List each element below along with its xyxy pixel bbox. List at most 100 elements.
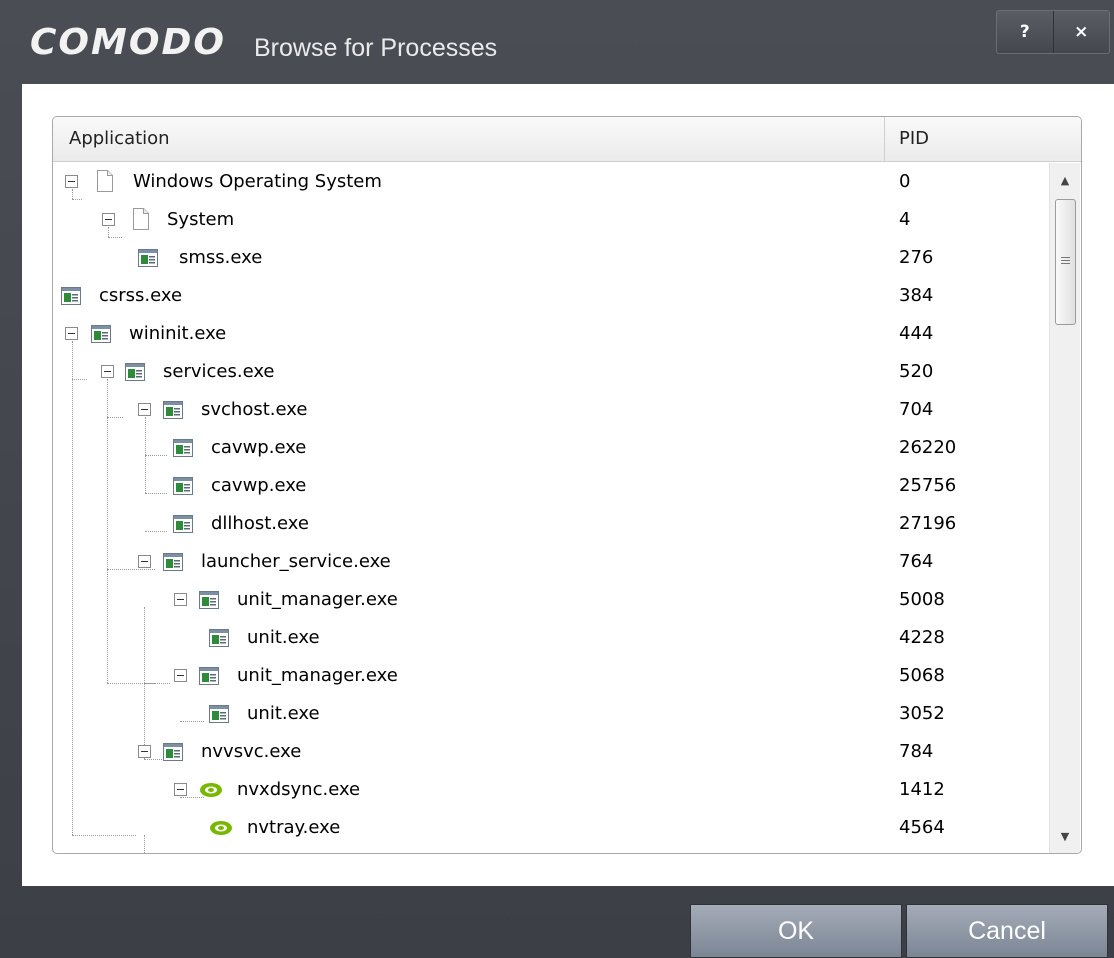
nvidia-icon [209,819,232,837]
comodo-logo: COMODO [30,22,226,63]
dialog-content: Application PID Windows Operating System… [22,84,1114,886]
process-pid: 276 [899,247,934,268]
process-name: nvtray.exe [247,817,341,838]
process-row[interactable]: svchost.exe 704 [53,391,1049,429]
process-row[interactable]: nvvsvc.exe 784 [53,733,1049,771]
column-divider[interactable] [884,117,885,161]
process-row[interactable]: unit.exe 3052 [53,695,1049,733]
process-row[interactable]: smss.exe 276 [53,239,1049,277]
caption-buttons: ? × [996,10,1110,54]
application-icon [173,439,193,457]
ok-button[interactable]: OK [690,904,902,958]
vertical-scrollbar[interactable]: ▲ ▼ [1049,163,1080,853]
process-row[interactable]: nvtray.exe 4564 [53,809,1049,847]
application-icon [209,629,229,647]
process-name: launcher_service.exe [201,551,391,572]
process-name: unit.exe [247,703,320,724]
process-name: wininit.exe [129,323,227,344]
dialog-footer: OK Cancel [0,886,1114,958]
process-pid: 4228 [899,627,945,648]
process-name: services.exe [163,361,275,382]
cancel-button[interactable]: Cancel [906,904,1108,958]
process-pid: 0 [899,171,911,192]
process-name: nvxdsync.exe [237,779,361,800]
scroll-down-arrow-icon[interactable]: ▼ [1050,821,1080,851]
process-pid: 784 [899,741,934,762]
process-name: smss.exe [179,247,263,268]
process-name: cavwp.exe [211,437,307,458]
application-icon [163,553,183,571]
process-pid: 5068 [899,665,945,686]
process-tree-grid: Application PID Windows Operating System… [52,116,1082,854]
process-pid: 5008 [899,589,945,610]
collapse-toggle-icon[interactable] [138,555,151,568]
application-icon [138,249,158,267]
process-row[interactable]: dllhost.exe 27196 [53,505,1049,543]
process-name: dllhost.exe [211,513,309,534]
process-pid: 704 [899,399,934,420]
process-row[interactable]: wininit.exe 444 [53,315,1049,353]
collapse-toggle-icon[interactable] [174,593,187,606]
grid-header: Application PID [53,117,1081,162]
process-pid: 384 [899,285,934,306]
process-row[interactable]: Windows Operating System 0 [53,163,1049,201]
process-row[interactable]: csrss.exe 384 [53,277,1049,315]
close-button[interactable]: × [1052,11,1110,53]
process-name: unit.exe [247,627,320,648]
dialog-title: Browse for Processes [254,34,498,62]
process-row[interactable]: unit_manager.exe 5068 [53,657,1049,695]
process-pid: 25756 [899,475,957,496]
collapse-toggle-icon[interactable] [102,213,115,226]
process-pid: 1412 [899,779,945,800]
collapse-toggle-icon[interactable] [138,403,151,416]
process-tree-body: Windows Operating System 0 System 4 smss.exe… [53,163,1049,853]
process-row[interactable]: cavwp.exe 26220 [53,429,1049,467]
application-icon [163,401,183,419]
process-pid: 26220 [899,437,957,458]
column-header-application[interactable]: Application [69,117,170,161]
process-row[interactable]: System 4 [53,201,1049,239]
process-row[interactable]: unit_manager.exe 5008 [53,581,1049,619]
nvidia-icon [199,781,222,799]
application-icon [173,477,193,495]
process-pid: 444 [899,323,934,344]
collapse-toggle-icon[interactable] [101,365,114,378]
scrollbar-thumb[interactable] [1055,199,1076,325]
process-name: System [167,209,235,230]
document-icon [95,170,115,192]
process-name: nvvsvc.exe [201,741,302,762]
process-row[interactable]: launcher_service.exe 764 [53,543,1049,581]
collapse-toggle-icon[interactable] [65,327,78,340]
process-name: Windows Operating System [133,171,382,192]
collapse-toggle-icon[interactable] [174,669,187,682]
process-row[interactable]: nvxdsync.exe 1412 [53,771,1049,809]
process-pid: 4 [899,209,911,230]
collapse-toggle-icon[interactable] [138,745,151,758]
process-pid: 27196 [899,513,957,534]
application-icon [61,287,81,305]
document-icon [131,208,151,230]
application-icon [91,325,111,343]
collapse-toggle-icon[interactable] [65,175,78,188]
process-name: svchost.exe [201,399,308,420]
process-row[interactable]: cavwp.exe 25756 [53,467,1049,505]
process-row[interactable]: unit.exe 4228 [53,619,1049,657]
process-row[interactable]: services.exe 520 [53,353,1049,391]
help-button[interactable]: ? [997,11,1053,53]
process-pid: 520 [899,361,934,382]
application-icon [125,363,145,381]
application-icon [199,591,219,609]
process-pid: 3052 [899,703,945,724]
title-bar[interactable]: COMODO Browse for Processes ? × [0,0,1114,84]
scroll-up-arrow-icon[interactable]: ▲ [1050,165,1080,195]
process-name: unit_manager.exe [237,665,398,686]
process-name: cavwp.exe [211,475,307,496]
process-name: unit_manager.exe [237,589,398,610]
process-pid: 764 [899,551,934,572]
collapse-toggle-icon[interactable] [174,783,187,796]
application-icon [163,743,183,761]
column-header-pid[interactable]: PID [899,117,929,161]
process-pid: 4564 [899,817,945,838]
application-icon [209,705,229,723]
application-icon [173,515,193,533]
